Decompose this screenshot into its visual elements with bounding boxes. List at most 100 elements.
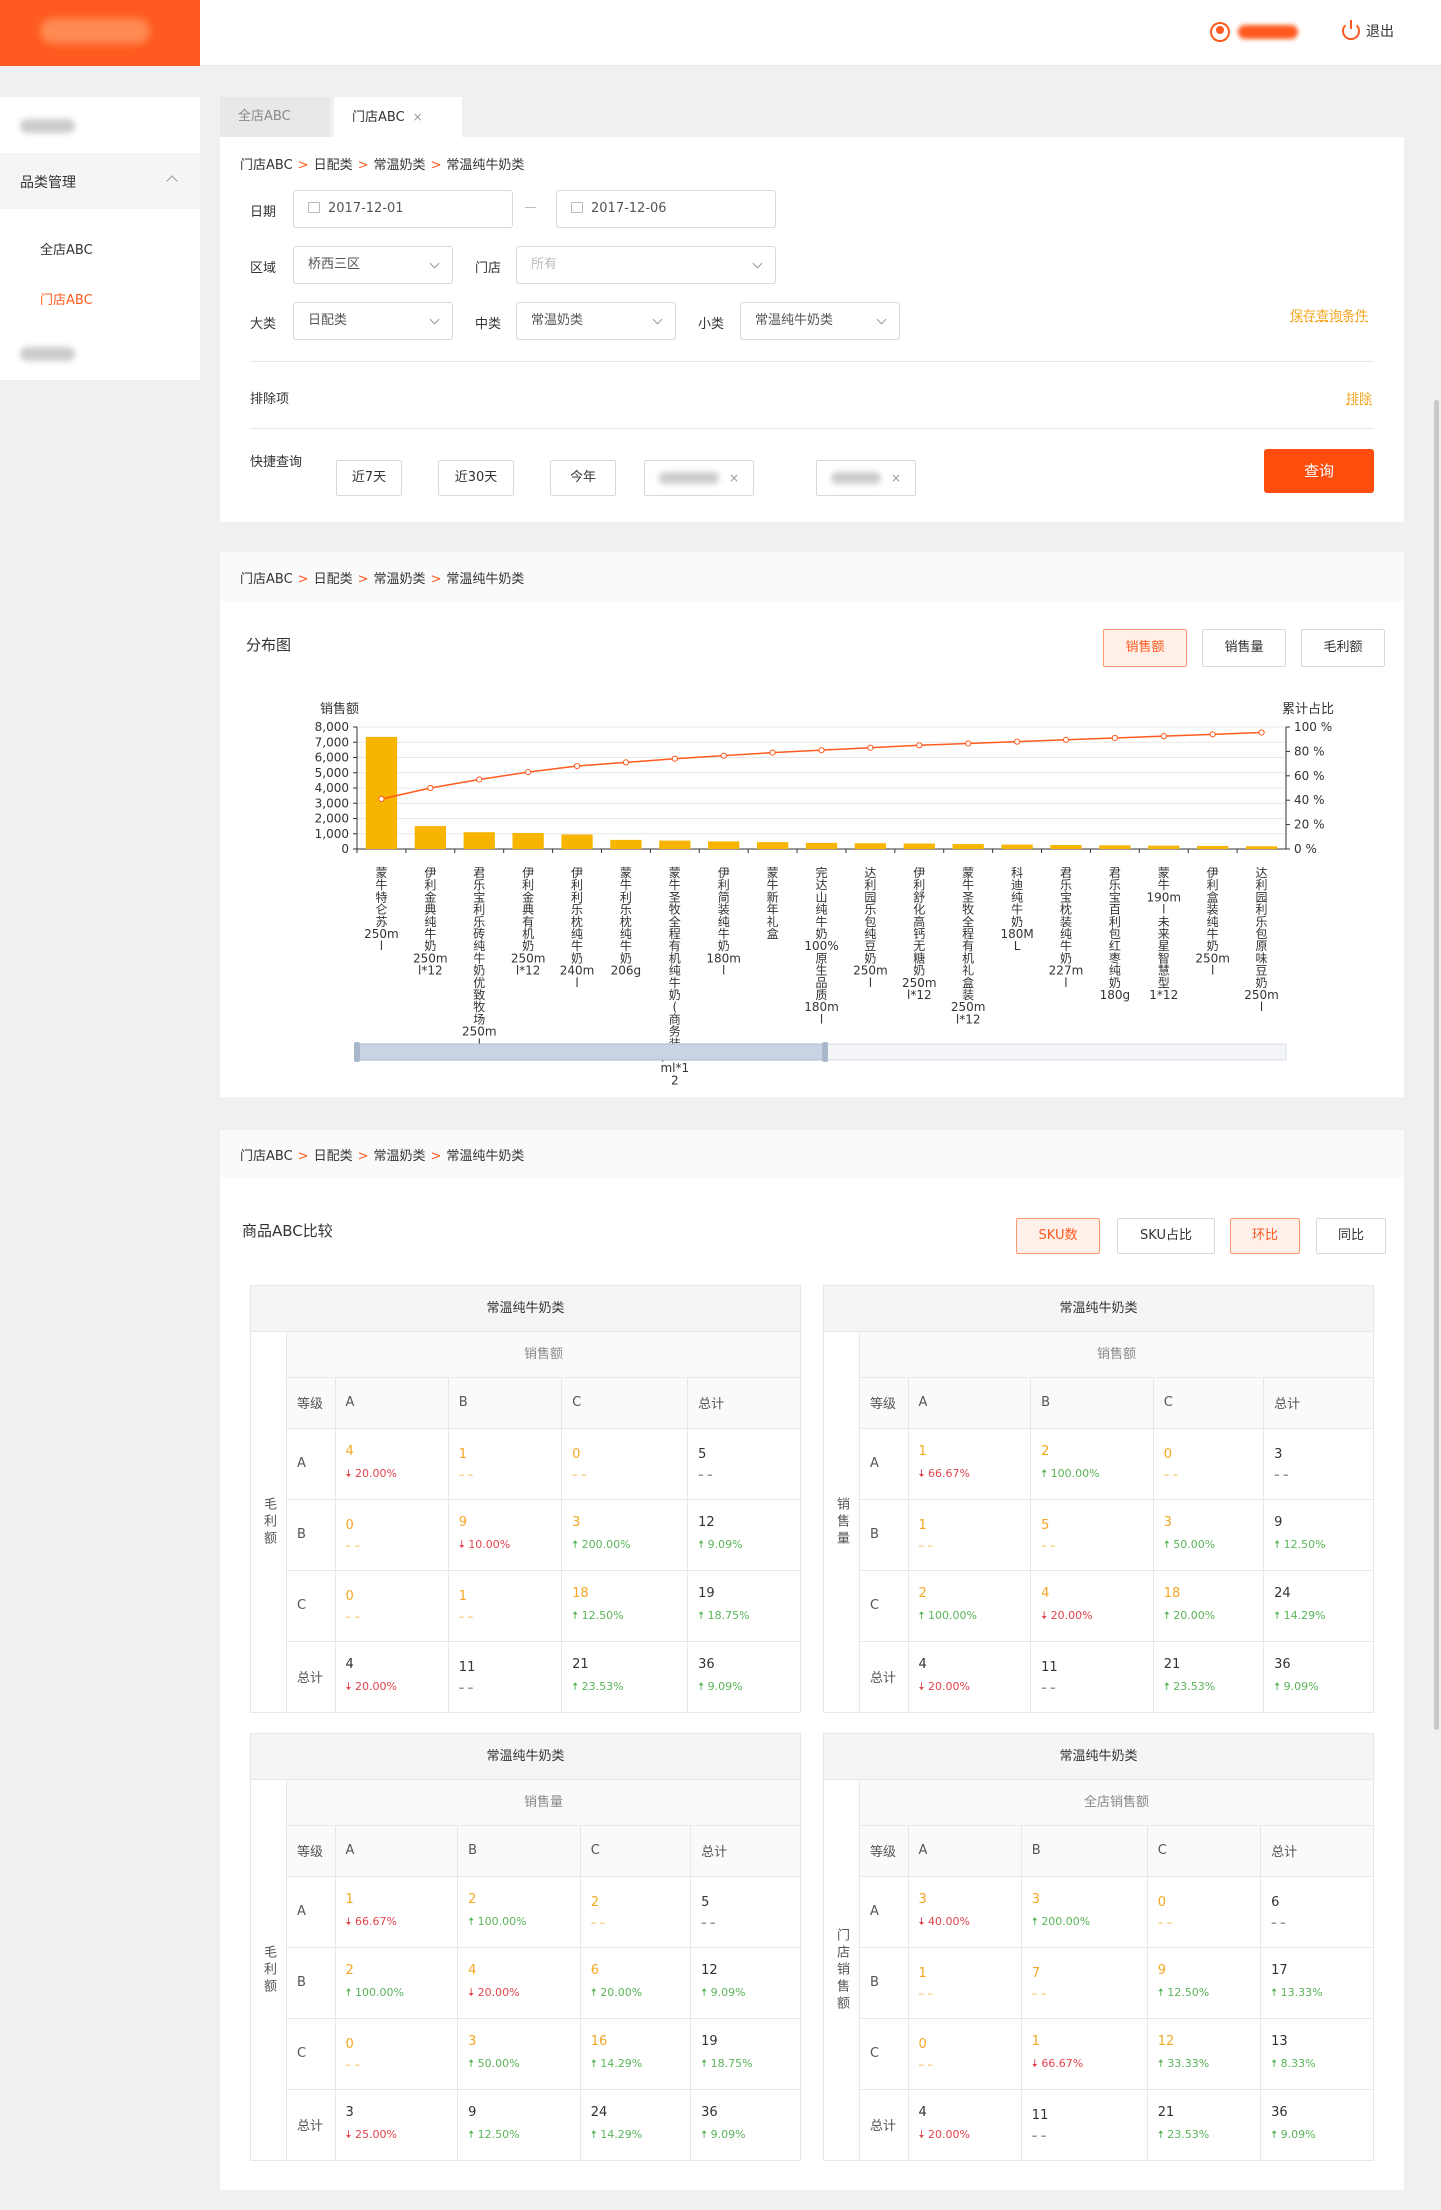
abc-cell[interactable]: 5 – – [687, 1428, 800, 1500]
abc-cell[interactable]: 0 – – [561, 1428, 689, 1500]
abc-cell[interactable]: 0 – – [908, 2018, 1022, 2090]
abc-cell[interactable]: 2 🠅 100.00% [908, 1570, 1032, 1642]
abc-cell[interactable]: 24 🠅 14.29% [1263, 1570, 1373, 1642]
abc-cell[interactable]: 19 🠅 18.75% [687, 1570, 800, 1642]
abc-cell[interactable]: 3 🠅 200.00% [561, 1499, 689, 1571]
tab-store-abc[interactable]: 门店ABC × [334, 97, 462, 137]
small-category-select[interactable]: 常温纯牛奶类 [740, 302, 900, 340]
logout-button[interactable]: 退出 [1342, 20, 1394, 41]
abc-cell[interactable]: 19 🠅 18.75% [690, 2018, 800, 2090]
abc-cell[interactable]: 3 🠅 50.00% [457, 2018, 581, 2090]
abc-cell[interactable]: 0 – – [1153, 1428, 1265, 1500]
brand-logo[interactable] [0, 0, 200, 66]
breadcrumb-item[interactable]: 门店ABC [240, 1149, 293, 1164]
breadcrumb-item[interactable]: 常温奶类 [374, 1149, 426, 1164]
abc-cell[interactable]: 18 🠅 20.00% [1153, 1570, 1265, 1642]
breadcrumb-item[interactable]: 日配类 [314, 1149, 353, 1164]
quick-7days-button[interactable]: 近7天 [336, 460, 402, 496]
abc-cell[interactable]: 9 🠇 10.00% [448, 1499, 563, 1571]
abc-cell[interactable]: 1 – – [908, 1499, 1032, 1571]
abc-cell[interactable]: 2 – – [580, 1876, 692, 1948]
breadcrumb-item[interactable]: 常温奶类 [374, 158, 426, 173]
quick-30days-button[interactable]: 近30天 [438, 460, 514, 496]
abc-cell[interactable]: 0 – – [1147, 1876, 1262, 1948]
sku-count-button[interactable]: SKU数 [1016, 1218, 1100, 1254]
breadcrumb-item[interactable]: 常温纯牛奶类 [446, 158, 524, 173]
big-category-select[interactable]: 日配类 [293, 302, 453, 340]
breadcrumb-item[interactable]: 门店ABC [240, 158, 293, 173]
abc-cell[interactable]: 4 🠇 20.00% [908, 2089, 1022, 2160]
abc-cell[interactable]: 11 – – [448, 1641, 563, 1712]
abc-cell[interactable]: 6 🠅 20.00% [580, 1947, 692, 2019]
abc-cell[interactable]: 7 – – [1021, 1947, 1148, 2019]
abc-cell[interactable]: 5 – – [690, 1876, 800, 1948]
abc-cell[interactable]: 5 – – [1030, 1499, 1154, 1571]
abc-cell[interactable]: 9 🠅 12.50% [457, 2089, 581, 2160]
sku-ratio-button[interactable]: SKU占比 [1117, 1218, 1215, 1254]
saved-query-chip[interactable]: × [816, 460, 916, 496]
abc-cell[interactable]: 4 🠇 20.00% [1030, 1570, 1154, 1642]
close-icon[interactable]: × [729, 471, 739, 485]
mid-category-select[interactable]: 常温奶类 [516, 302, 676, 340]
query-button[interactable]: 查询 [1264, 449, 1374, 493]
yoy-button[interactable]: 同比 [1316, 1218, 1386, 1254]
abc-cell[interactable]: 4 🠇 20.00% [908, 1641, 1032, 1712]
abc-cell[interactable]: 1 🠇 66.67% [335, 1876, 459, 1948]
abc-cell[interactable]: 9 🠅 12.50% [1263, 1499, 1373, 1571]
sidebar-item-all-store-abc[interactable]: 全店ABC [40, 239, 93, 258]
page-scrollbar[interactable] [1434, 400, 1439, 1730]
exclude-link[interactable]: 排除 [1346, 388, 1372, 407]
abc-cell[interactable]: 6 – – [1260, 1876, 1373, 1948]
abc-cell[interactable]: 1 🠇 66.67% [908, 1428, 1032, 1500]
abc-cell[interactable]: 11 – – [1030, 1641, 1154, 1712]
abc-cell[interactable]: 36 🠅 9.09% [1261, 2089, 1373, 2160]
abc-cell[interactable]: 4 🠇 20.00% [335, 1428, 449, 1500]
abc-cell[interactable]: 21 🠅 23.53% [561, 1641, 689, 1712]
save-query-link[interactable]: 保存查询条件 [1290, 305, 1368, 324]
abc-cell[interactable]: 3 🠇 25.00% [335, 2089, 459, 2160]
abc-cell[interactable]: 13 🠅 8.33% [1260, 2018, 1373, 2090]
abc-cell[interactable]: 1 – – [448, 1570, 563, 1642]
abc-cell[interactable]: 0 – – [335, 2018, 459, 2090]
abc-cell[interactable]: 18 🠅 12.50% [561, 1570, 689, 1642]
region-select[interactable]: 桥西三区 [293, 246, 453, 284]
abc-cell[interactable]: 12 🠅 33.33% [1147, 2018, 1262, 2090]
saved-query-chip[interactable]: × [644, 460, 754, 496]
abc-cell[interactable]: 16 🠅 14.29% [580, 2018, 692, 2090]
sidebar-group-redacted[interactable] [20, 119, 75, 133]
abc-cell[interactable]: 36 🠅 9.09% [691, 2089, 800, 2160]
quick-this-year-button[interactable]: 今年 [550, 460, 616, 496]
abc-cell[interactable]: 2 🠅 100.00% [457, 1876, 581, 1948]
abc-cell[interactable]: 4 🠇 20.00% [457, 1947, 581, 2019]
abc-cell[interactable]: 11 – – [1021, 2089, 1148, 2160]
abc-cell[interactable]: 1 🠇 66.67% [1021, 2018, 1148, 2090]
abc-cell[interactable]: 21 🠅 23.53% [1153, 1641, 1265, 1712]
abc-cell[interactable]: 1 – – [908, 1947, 1022, 2019]
abc-cell[interactable]: 36 🠅 9.09% [1264, 1641, 1373, 1712]
abc-cell[interactable]: 2 🠅 100.00% [335, 1947, 459, 2019]
store-select[interactable]: 所有 [516, 246, 776, 284]
breadcrumb-item[interactable]: 日配类 [314, 158, 353, 173]
abc-cell[interactable]: 3 🠇 40.00% [908, 1876, 1022, 1948]
abc-cell[interactable]: 4 🠇 20.00% [335, 1641, 449, 1712]
abc-cell[interactable]: 0 – – [335, 1499, 449, 1571]
abc-cell[interactable]: 0 – – [335, 1570, 449, 1642]
abc-cell[interactable]: 2 🠅 100.00% [1030, 1428, 1154, 1500]
sidebar-group-redacted-2[interactable] [20, 347, 75, 361]
abc-cell[interactable]: 12 🠅 9.09% [687, 1499, 800, 1571]
close-icon[interactable]: × [891, 471, 901, 485]
abc-cell[interactable]: 3 🠅 50.00% [1153, 1499, 1265, 1571]
abc-cell[interactable]: 12 🠅 9.09% [690, 1947, 800, 2019]
abc-cell[interactable]: 24 🠅 14.29% [580, 2089, 692, 2160]
sidebar-section-category[interactable]: 品类管理 [0, 153, 200, 209]
tab-all-store-abc[interactable]: 全店ABC [220, 97, 330, 137]
abc-cell[interactable]: 3 🠅 200.00% [1021, 1876, 1148, 1948]
breadcrumb-item[interactable]: 常温纯牛奶类 [446, 1149, 524, 1164]
abc-cell[interactable]: 1 – – [448, 1428, 563, 1500]
abc-cell[interactable]: 17 🠅 13.33% [1260, 1947, 1373, 2019]
sidebar-item-store-abc[interactable]: 门店ABC [40, 289, 93, 308]
date-from-input[interactable]: 2017-12-01 [293, 190, 513, 228]
date-to-input[interactable]: 2017-12-06 [556, 190, 776, 228]
abc-cell[interactable]: 9 🠅 12.50% [1147, 1947, 1262, 2019]
abc-cell[interactable]: 3 – – [1263, 1428, 1373, 1500]
